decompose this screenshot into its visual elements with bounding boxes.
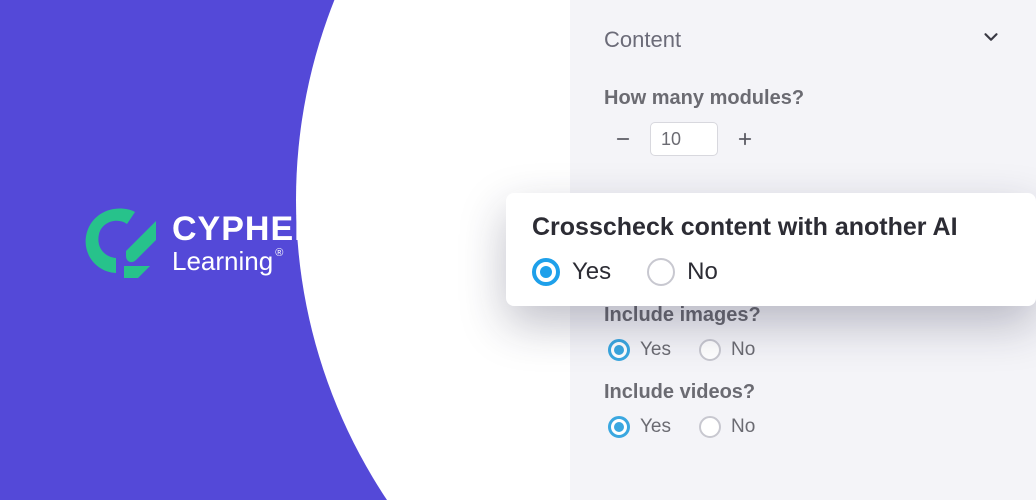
crosscheck-radio-group: Yes No — [532, 258, 1010, 286]
brand-logo-mark-icon — [80, 206, 158, 280]
crosscheck-question: Crosscheck content with another AI — [532, 213, 1010, 242]
modules-increment-button[interactable] — [732, 126, 758, 152]
radio-icon — [647, 258, 675, 286]
brand-name-line1: CYPHER — [172, 212, 320, 246]
videos-radio-group: Yes No — [608, 416, 1002, 438]
stage: CYPHER Learning ® Content How many modul… — [0, 0, 1036, 500]
modules-count-input[interactable] — [650, 122, 718, 156]
crosscheck-yes-option[interactable]: Yes — [532, 258, 611, 286]
radio-icon — [699, 339, 721, 361]
content-section-title: Content — [604, 27, 681, 53]
images-no-option[interactable]: No — [699, 339, 755, 361]
crosscheck-no-option[interactable]: No — [647, 258, 718, 286]
modules-stepper — [610, 122, 1002, 156]
images-radio-group: Yes No — [608, 339, 1002, 361]
crosscheck-no-label: No — [687, 258, 718, 286]
videos-question: Include videos? — [604, 381, 1002, 404]
radio-icon — [608, 416, 630, 438]
videos-no-option[interactable]: No — [699, 416, 755, 438]
radio-icon — [699, 416, 721, 438]
crosscheck-yes-label: Yes — [572, 258, 611, 286]
images-yes-label: Yes — [640, 339, 671, 361]
brand-logo: CYPHER Learning ® — [80, 206, 320, 280]
radio-icon — [532, 258, 560, 286]
radio-icon — [608, 339, 630, 361]
chevron-down-icon — [980, 26, 1002, 53]
modules-question: How many modules? — [604, 87, 1002, 110]
images-question: Include images? — [604, 304, 1002, 327]
videos-yes-option[interactable]: Yes — [608, 416, 671, 438]
images-no-label: No — [731, 339, 755, 361]
modules-decrement-button[interactable] — [610, 126, 636, 152]
crosscheck-card: Crosscheck content with another AI Yes N… — [506, 193, 1036, 306]
videos-no-label: No — [731, 416, 755, 438]
images-yes-option[interactable]: Yes — [608, 339, 671, 361]
brand-name-line2: Learning — [172, 248, 273, 274]
content-section-header[interactable]: Content — [570, 0, 1036, 79]
videos-yes-label: Yes — [640, 416, 671, 438]
registered-mark: ® — [275, 248, 283, 259]
